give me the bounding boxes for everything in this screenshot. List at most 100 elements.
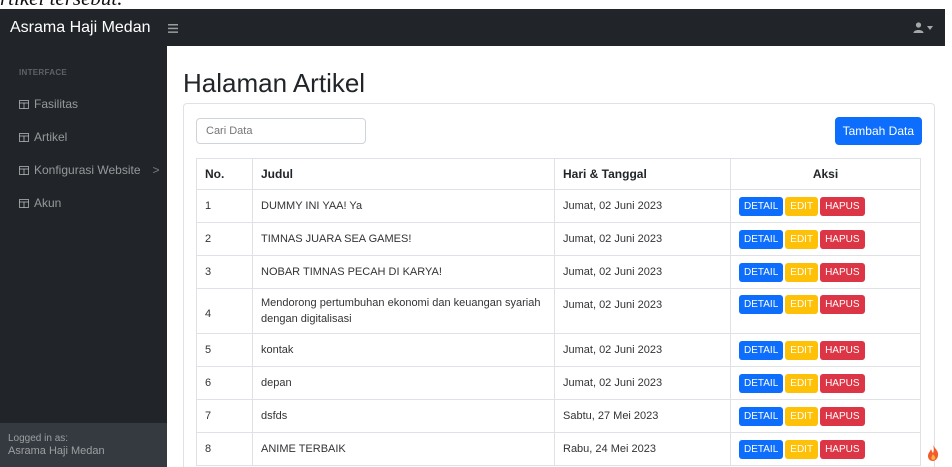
sidebar-item-label: Fasilitas xyxy=(34,97,79,111)
cell-tanggal: Jumat, 02 Juni 2023 xyxy=(554,255,731,289)
table-row: 1 DUMMY INI YAA! Ya Jumat, 02 Juni 2023 DET… xyxy=(196,189,921,223)
detail-button[interactable]: DETAIL xyxy=(739,262,784,282)
sidebar-item-fasilitas[interactable]: Fasilitas xyxy=(19,97,169,111)
cell-tanggal: Jumat, 02 Juni 2023 xyxy=(554,333,731,367)
artikel-card: Tambah Data No. Judul Hari & Tanggal Aks… xyxy=(183,103,935,467)
fire-icon xyxy=(928,445,939,461)
cell-no: 2 xyxy=(196,222,253,256)
table-header-row: No. Judul Hari & Tanggal Aksi xyxy=(196,158,921,190)
cell-no: 8 xyxy=(196,432,253,466)
edit-button[interactable]: EDIT xyxy=(785,229,819,249)
table-row: 4 Mendorong pertumbuhan ekonomi dan keuan… xyxy=(196,288,921,334)
table-row: 5 kontak Jumat, 02 Juni 2023 DETAIL EDIT HAPU… xyxy=(196,333,921,367)
edit-button[interactable]: EDIT xyxy=(785,439,819,459)
cell-tanggal: Jumat, 02 Juni 2023 xyxy=(554,288,731,334)
cell-tanggal: Rabu, 24 Mei 2023 xyxy=(554,432,731,466)
table-icon xyxy=(19,165,29,175)
hapus-button[interactable]: HAPUS xyxy=(820,229,865,249)
sidebar: INTERFACE Fasilitas Artikel Konfigurasi … xyxy=(0,46,167,467)
edit-button[interactable]: EDIT xyxy=(785,406,819,426)
sidebar-footer: Logged in as: Asrama Haji Medan xyxy=(0,423,167,467)
cell-no: 4 xyxy=(196,288,253,334)
column-header-aksi: Aksi xyxy=(730,158,921,190)
logged-in-caption: Logged in as: xyxy=(8,433,69,444)
cell-no: 3 xyxy=(196,255,253,289)
cell-aksi: DETAIL EDIT HAPUS xyxy=(730,399,921,433)
sidebar-item-artikel[interactable]: Artikel xyxy=(19,130,169,144)
cell-judul: kontak xyxy=(252,333,555,367)
detail-button[interactable]: DETAIL xyxy=(739,196,784,216)
cell-tanggal: Jumat, 02 Juni 2023 xyxy=(554,366,731,400)
hapus-button[interactable]: HAPUS xyxy=(820,295,865,314)
edit-button[interactable]: EDIT xyxy=(785,340,819,360)
user-icon xyxy=(913,22,924,33)
sidebar-item-label: Artikel xyxy=(34,130,68,144)
column-header-judul: Judul xyxy=(252,158,555,190)
cell-tanggal: Jumat, 02 Juni 2023 xyxy=(554,189,731,223)
cell-judul: DUMMY INI YAA! Ya xyxy=(252,189,555,223)
cell-judul: TIMNAS JUARA SEA GAMES! xyxy=(252,222,555,256)
table-row: 2 TIMNAS JUARA SEA GAMES! Jumat, 02 Juni 2… xyxy=(196,222,921,256)
table-row: 7 dsfds Sabtu, 27 Mei 2023 DETAIL EDIT HAPUS xyxy=(196,399,921,433)
cell-no: 1 xyxy=(196,189,253,223)
cell-judul: Mendorong pertumbuhan ekonomi dan keuang… xyxy=(252,288,555,334)
cell-no: 7 xyxy=(196,399,253,433)
cell-judul: ANIME TERBAIK xyxy=(252,432,555,466)
sidebar-item-akun[interactable]: Akun xyxy=(19,196,169,210)
detail-button[interactable]: DETAIL xyxy=(739,439,784,459)
table-icon xyxy=(19,132,29,142)
cell-judul: depan xyxy=(252,366,555,400)
edit-button[interactable]: EDIT xyxy=(785,196,819,216)
cell-judul: dsfds xyxy=(252,399,555,433)
table-icon xyxy=(19,99,29,109)
top-navbar: Asrama Haji Medan xyxy=(0,9,945,46)
detail-button[interactable]: DETAIL xyxy=(739,373,784,393)
sidebar-item-label: Akun xyxy=(34,196,62,210)
table-row: 8 ANIME TERBAIK Rabu, 24 Mei 2023 DETAIL EDI… xyxy=(196,432,921,466)
hapus-button[interactable]: HAPUS xyxy=(820,262,865,282)
hapus-button[interactable]: HAPUS xyxy=(820,439,865,459)
cell-aksi: DETAIL EDIT HAPUS xyxy=(730,432,921,466)
column-header-no: No. xyxy=(196,158,253,190)
table-row: 6 depan Jumat, 02 Juni 2023 DETAIL EDIT HAPUS xyxy=(196,366,921,400)
edit-button[interactable]: EDIT xyxy=(785,262,819,282)
chevron-right-icon: > xyxy=(152,163,160,177)
column-header-tanggal: Hari & Tanggal xyxy=(554,158,731,190)
table-icon xyxy=(19,198,29,208)
detail-button[interactable]: DETAIL xyxy=(739,229,784,249)
cell-aksi: DETAIL EDIT HAPUS xyxy=(730,189,921,223)
cell-aksi: DETAIL EDIT HAPUS xyxy=(730,366,921,400)
caret-down-icon xyxy=(927,25,933,30)
sidebar-heading: INTERFACE xyxy=(19,68,68,77)
sidebar-item-konfigurasi-website[interactable]: Konfigurasi Website > xyxy=(19,163,169,177)
cell-aksi: DETAIL EDIT HAPUS xyxy=(730,333,921,367)
main-content: Halaman Artikel Tambah Data No. Judul Ha… xyxy=(167,46,945,467)
cell-tanggal: Jumat, 02 Juni 2023 xyxy=(554,222,731,256)
search-input[interactable] xyxy=(196,118,366,144)
table-row: 3 NOBAR TIMNAS PECAH DI KARYA! Jumat, 02 J… xyxy=(196,255,921,289)
hapus-button[interactable]: HAPUS xyxy=(820,406,865,426)
detail-button[interactable]: DETAIL xyxy=(739,340,784,360)
cell-no: 5 xyxy=(196,333,253,367)
detail-button[interactable]: DETAIL xyxy=(739,406,784,426)
add-data-button[interactable]: Tambah Data xyxy=(834,117,922,145)
hapus-button[interactable]: HAPUS xyxy=(820,373,865,393)
cell-judul: NOBAR TIMNAS PECAH DI KARYA! xyxy=(252,255,555,289)
logged-in-user: Asrama Haji Medan xyxy=(8,445,105,457)
user-menu[interactable] xyxy=(913,22,933,33)
cell-aksi: DETAIL EDIT HAPUS xyxy=(730,222,921,256)
navbar-brand[interactable]: Asrama Haji Medan xyxy=(0,19,160,37)
edit-button[interactable]: EDIT xyxy=(785,295,819,314)
hapus-button[interactable]: HAPUS xyxy=(820,340,865,360)
cell-no: 6 xyxy=(196,366,253,400)
sidebar-item-label: Konfigurasi Website xyxy=(34,163,141,177)
hapus-button[interactable]: HAPUS xyxy=(820,196,865,216)
bars-icon[interactable] xyxy=(168,20,186,36)
cell-aksi: DETAIL EDIT HAPUS xyxy=(730,255,921,289)
cell-aksi: DETAIL EDIT HAPUS xyxy=(730,288,921,334)
artikel-table: No. Judul Hari & Tanggal Aksi 1 DUMMY INI… xyxy=(196,158,921,466)
cell-tanggal: Sabtu, 27 Mei 2023 xyxy=(554,399,731,433)
edit-button[interactable]: EDIT xyxy=(785,373,819,393)
detail-button[interactable]: DETAIL xyxy=(739,295,784,314)
page-title: Halaman Artikel xyxy=(183,68,366,98)
